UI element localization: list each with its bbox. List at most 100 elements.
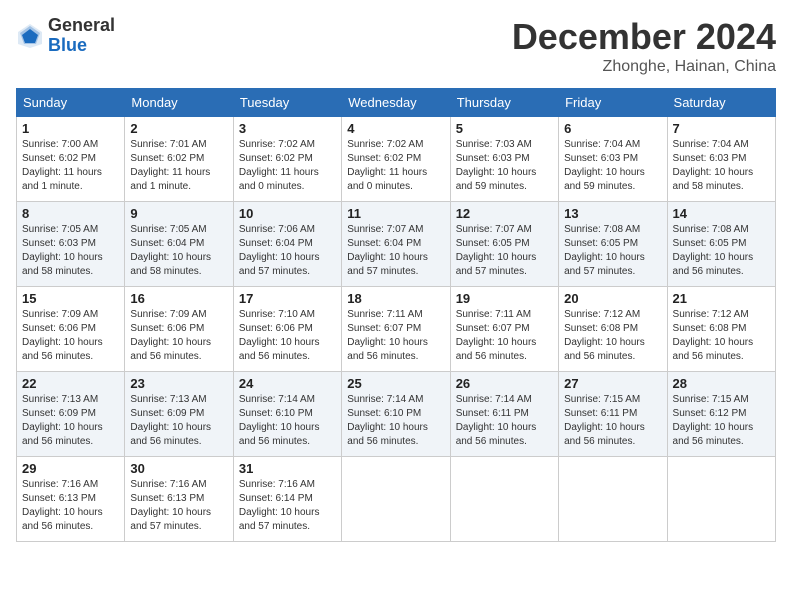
day-number: 6 bbox=[564, 121, 661, 136]
calendar-cell: 9 Sunrise: 7:05 AM Sunset: 6:04 PM Daylig… bbox=[125, 202, 233, 287]
title-month: December 2024 bbox=[512, 16, 776, 58]
day-number: 26 bbox=[456, 376, 553, 391]
calendar-cell: 11Sunrise: 7:07 AM Sunset: 6:04 PM Dayli… bbox=[342, 202, 450, 287]
calendar-cell: 4Sunrise: 7:02 AM Sunset: 6:02 PM Daylig… bbox=[342, 117, 450, 202]
day-number: 27 bbox=[564, 376, 661, 391]
calendar-cell: 16Sunrise: 7:09 AM Sunset: 6:06 PM Dayli… bbox=[125, 287, 233, 372]
calendar-cell: 5 Sunrise: 7:03 AM Sunset: 6:03 PM Daylig… bbox=[450, 117, 558, 202]
calendar-cell: 7 Sunrise: 7:04 AM Sunset: 6:03 PM Daylig… bbox=[667, 117, 775, 202]
day-info: Sunrise: 7:04 AM Sunset: 6:03 PM Dayligh… bbox=[673, 138, 770, 194]
day-number: 22 bbox=[22, 376, 119, 391]
calendar-cell bbox=[559, 457, 667, 542]
calendar-cell bbox=[450, 457, 558, 542]
day-number: 24 bbox=[239, 376, 336, 391]
day-info: Sunrise: 7:08 AM Sunset: 6:05 PM Dayligh… bbox=[673, 223, 770, 279]
calendar-cell: 23 Sunrise: 7:13 AM Sunset: 6:09 PM Dayli… bbox=[125, 372, 233, 457]
day-info: Sunrise: 7:07 AM Sunset: 6:05 PM Dayligh… bbox=[456, 223, 553, 279]
calendar-header-saturday: Saturday bbox=[667, 89, 775, 117]
logo: General Blue bbox=[16, 16, 115, 56]
calendar-header-wednesday: Wednesday bbox=[342, 89, 450, 117]
day-info: Sunrise: 7:14 AM Sunset: 6:10 PM Dayligh… bbox=[347, 393, 444, 449]
day-info: Sunrise: 7:07 AM Sunset: 6:04 PM Dayligh… bbox=[347, 223, 444, 279]
calendar-header-friday: Friday bbox=[559, 89, 667, 117]
calendar-cell: 15Sunrise: 7:09 AM Sunset: 6:06 PM Dayli… bbox=[17, 287, 125, 372]
calendar-cell: 30 Sunrise: 7:16 AM Sunset: 6:13 PM Dayli… bbox=[125, 457, 233, 542]
day-info: Sunrise: 7:02 AM Sunset: 6:02 PM Dayligh… bbox=[239, 138, 336, 194]
day-number: 28 bbox=[673, 376, 770, 391]
calendar-cell: 28 Sunrise: 7:15 AM Sunset: 6:12 PM Dayli… bbox=[667, 372, 775, 457]
day-number: 23 bbox=[130, 376, 227, 391]
day-number: 1 bbox=[22, 121, 119, 136]
day-info: Sunrise: 7:00 AM Sunset: 6:02 PM Dayligh… bbox=[22, 138, 119, 194]
calendar-cell bbox=[667, 457, 775, 542]
day-number: 31 bbox=[239, 461, 336, 476]
day-number: 20 bbox=[564, 291, 661, 306]
calendar-cell: 21Sunrise: 7:12 AM Sunset: 6:08 PM Dayli… bbox=[667, 287, 775, 372]
day-number: 25 bbox=[347, 376, 444, 391]
calendar-header-row: SundayMondayTuesdayWednesdayThursdayFrid… bbox=[17, 89, 776, 117]
calendar-week-2: 15Sunrise: 7:09 AM Sunset: 6:06 PM Dayli… bbox=[17, 287, 776, 372]
day-info: Sunrise: 7:16 AM Sunset: 6:13 PM Dayligh… bbox=[22, 478, 119, 534]
day-number: 9 bbox=[130, 206, 227, 221]
calendar-cell: 25 Sunrise: 7:14 AM Sunset: 6:10 PM Dayli… bbox=[342, 372, 450, 457]
day-info: Sunrise: 7:10 AM Sunset: 6:06 PM Dayligh… bbox=[239, 308, 336, 364]
day-info: Sunrise: 7:08 AM Sunset: 6:05 PM Dayligh… bbox=[564, 223, 661, 279]
logo-icon bbox=[16, 22, 44, 50]
day-info: Sunrise: 7:15 AM Sunset: 6:12 PM Dayligh… bbox=[673, 393, 770, 449]
calendar-week-3: 22 Sunrise: 7:13 AM Sunset: 6:09 PM Dayli… bbox=[17, 372, 776, 457]
day-info: Sunrise: 7:13 AM Sunset: 6:09 PM Dayligh… bbox=[22, 393, 119, 449]
day-info: Sunrise: 7:11 AM Sunset: 6:07 PM Dayligh… bbox=[347, 308, 444, 364]
calendar-cell: 8Sunrise: 7:05 AM Sunset: 6:03 PM Daylig… bbox=[17, 202, 125, 287]
calendar-cell: 22 Sunrise: 7:13 AM Sunset: 6:09 PM Dayli… bbox=[17, 372, 125, 457]
day-info: Sunrise: 7:06 AM Sunset: 6:04 PM Dayligh… bbox=[239, 223, 336, 279]
day-number: 12 bbox=[456, 206, 553, 221]
calendar-cell: 12 Sunrise: 7:07 AM Sunset: 6:05 PM Dayli… bbox=[450, 202, 558, 287]
day-info: Sunrise: 7:16 AM Sunset: 6:13 PM Dayligh… bbox=[130, 478, 227, 534]
calendar-cell: 29 Sunrise: 7:16 AM Sunset: 6:13 PM Dayli… bbox=[17, 457, 125, 542]
day-info: Sunrise: 7:09 AM Sunset: 6:06 PM Dayligh… bbox=[22, 308, 119, 364]
calendar-header-tuesday: Tuesday bbox=[233, 89, 341, 117]
day-number: 3 bbox=[239, 121, 336, 136]
calendar-week-0: 1 Sunrise: 7:00 AM Sunset: 6:02 PM Daylig… bbox=[17, 117, 776, 202]
calendar-cell: 6 Sunrise: 7:04 AM Sunset: 6:03 PM Daylig… bbox=[559, 117, 667, 202]
page-header: General Blue December 2024 Zhonghe, Hain… bbox=[16, 16, 776, 76]
calendar-cell bbox=[342, 457, 450, 542]
day-info: Sunrise: 7:03 AM Sunset: 6:03 PM Dayligh… bbox=[456, 138, 553, 194]
calendar-cell: 17 Sunrise: 7:10 AM Sunset: 6:06 PM Dayli… bbox=[233, 287, 341, 372]
day-number: 14 bbox=[673, 206, 770, 221]
calendar-header-monday: Monday bbox=[125, 89, 233, 117]
day-number: 19 bbox=[456, 291, 553, 306]
calendar-cell: 31 Sunrise: 7:16 AM Sunset: 6:14 PM Dayli… bbox=[233, 457, 341, 542]
day-info: Sunrise: 7:14 AM Sunset: 6:10 PM Dayligh… bbox=[239, 393, 336, 449]
day-number: 29 bbox=[22, 461, 119, 476]
calendar-cell: 24 Sunrise: 7:14 AM Sunset: 6:10 PM Dayli… bbox=[233, 372, 341, 457]
day-info: Sunrise: 7:14 AM Sunset: 6:11 PM Dayligh… bbox=[456, 393, 553, 449]
title-location: Zhonghe, Hainan, China bbox=[512, 58, 776, 76]
title-block: December 2024 Zhonghe, Hainan, China bbox=[512, 16, 776, 76]
day-number: 2 bbox=[130, 121, 227, 136]
calendar-cell: 13 Sunrise: 7:08 AM Sunset: 6:05 PM Dayli… bbox=[559, 202, 667, 287]
day-info: Sunrise: 7:05 AM Sunset: 6:04 PM Dayligh… bbox=[130, 223, 227, 279]
day-number: 7 bbox=[673, 121, 770, 136]
day-number: 17 bbox=[239, 291, 336, 306]
day-info: Sunrise: 7:16 AM Sunset: 6:14 PM Dayligh… bbox=[239, 478, 336, 534]
day-number: 13 bbox=[564, 206, 661, 221]
calendar-cell: 27 Sunrise: 7:15 AM Sunset: 6:11 PM Dayli… bbox=[559, 372, 667, 457]
calendar-cell: 18 Sunrise: 7:11 AM Sunset: 6:07 PM Dayli… bbox=[342, 287, 450, 372]
calendar-cell: 2Sunrise: 7:01 AM Sunset: 6:02 PM Daylig… bbox=[125, 117, 233, 202]
day-info: Sunrise: 7:12 AM Sunset: 6:08 PM Dayligh… bbox=[673, 308, 770, 364]
day-number: 5 bbox=[456, 121, 553, 136]
calendar-cell: 14 Sunrise: 7:08 AM Sunset: 6:05 PM Dayli… bbox=[667, 202, 775, 287]
calendar-week-1: 8Sunrise: 7:05 AM Sunset: 6:03 PM Daylig… bbox=[17, 202, 776, 287]
calendar-header-thursday: Thursday bbox=[450, 89, 558, 117]
calendar-week-4: 29 Sunrise: 7:16 AM Sunset: 6:13 PM Dayli… bbox=[17, 457, 776, 542]
logo-blue: Blue bbox=[48, 35, 87, 55]
day-number: 30 bbox=[130, 461, 227, 476]
logo-general: General bbox=[48, 15, 115, 35]
day-info: Sunrise: 7:13 AM Sunset: 6:09 PM Dayligh… bbox=[130, 393, 227, 449]
day-info: Sunrise: 7:15 AM Sunset: 6:11 PM Dayligh… bbox=[564, 393, 661, 449]
calendar-cell: 3 Sunrise: 7:02 AM Sunset: 6:02 PM Daylig… bbox=[233, 117, 341, 202]
day-info: Sunrise: 7:05 AM Sunset: 6:03 PM Dayligh… bbox=[22, 223, 119, 279]
day-number: 18 bbox=[347, 291, 444, 306]
day-info: Sunrise: 7:04 AM Sunset: 6:03 PM Dayligh… bbox=[564, 138, 661, 194]
